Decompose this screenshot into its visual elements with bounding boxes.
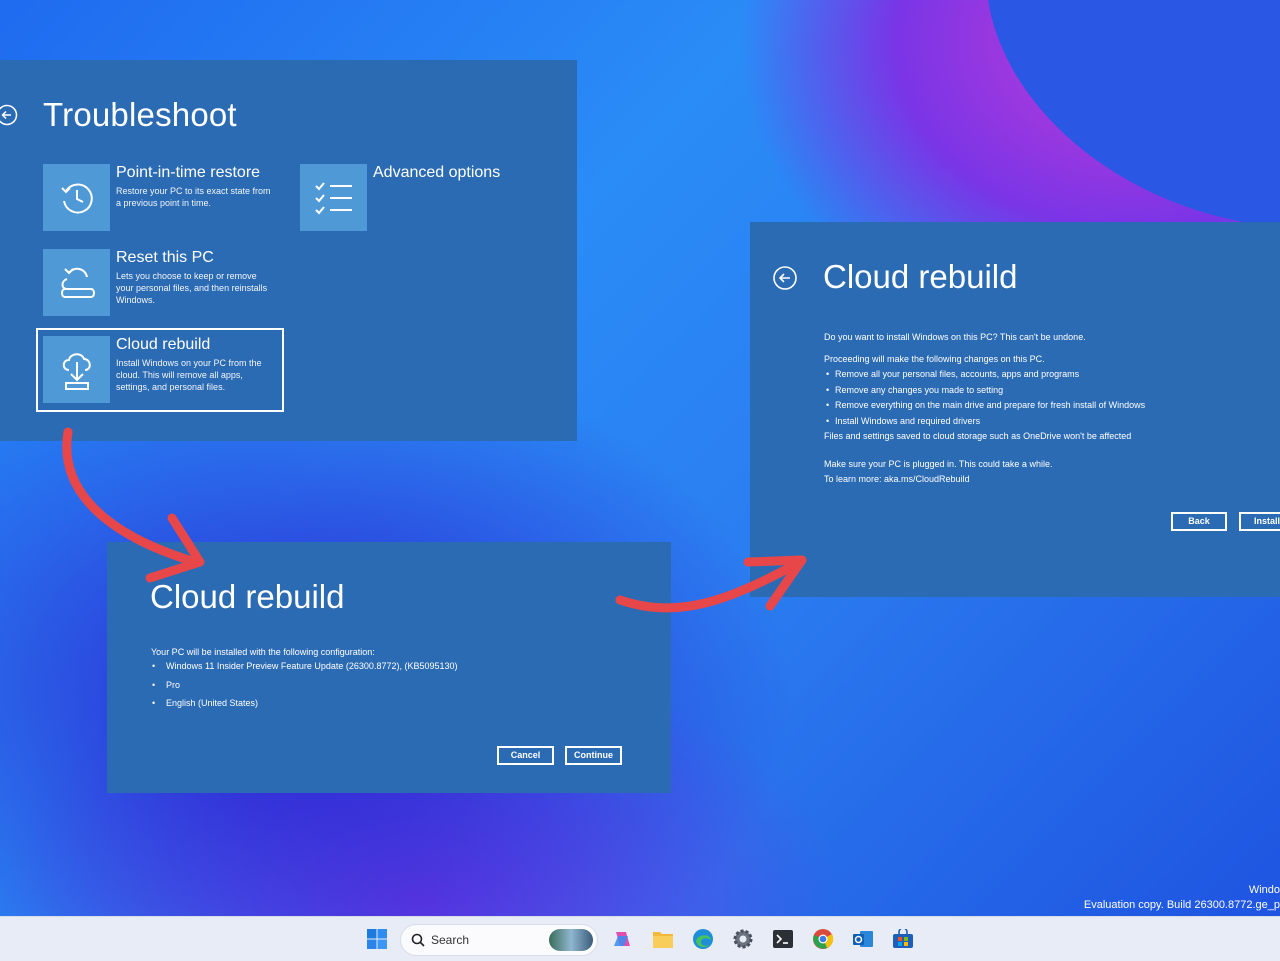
search-placeholder: Search xyxy=(431,933,470,947)
search-icon xyxy=(411,933,425,947)
chrome-icon[interactable] xyxy=(809,925,837,953)
search-highlight-image xyxy=(549,929,593,951)
settings-icon[interactable] xyxy=(729,925,757,953)
evaluation-watermark: Windo Evaluation copy. Build 26300.8772.… xyxy=(1084,883,1280,913)
windows-start-icon[interactable] xyxy=(363,925,391,953)
arrow-down-icon xyxy=(62,427,200,567)
annotation-arrows xyxy=(62,427,807,613)
store-icon[interactable] xyxy=(889,925,917,953)
outlook-icon[interactable] xyxy=(849,925,877,953)
watermark-line: Evaluation copy. Build 26300.8772.ge_p xyxy=(1083,899,1280,911)
watermark-line: Windo xyxy=(1248,884,1280,896)
search-box[interactable]: Search xyxy=(400,924,598,956)
taskbar: Search xyxy=(0,916,1280,961)
terminal-icon[interactable] xyxy=(769,925,797,953)
file-explorer-icon[interactable] xyxy=(649,925,677,953)
edge-icon[interactable] xyxy=(689,925,717,953)
copilot-icon[interactable] xyxy=(609,925,637,953)
